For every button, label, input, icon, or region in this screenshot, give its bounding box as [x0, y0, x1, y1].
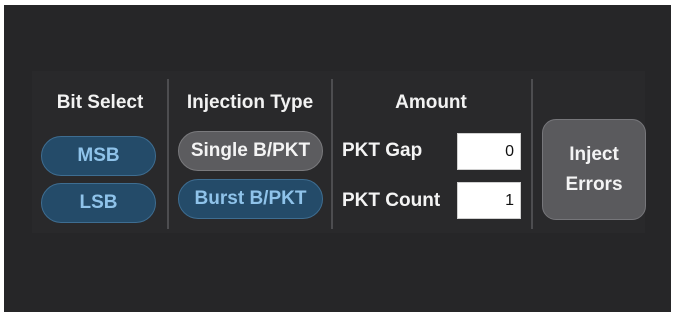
burst-bpkt-button[interactable]: Burst B/PKT: [178, 179, 323, 219]
pkt-count-input[interactable]: [457, 182, 521, 219]
amount-heading: Amount: [395, 92, 467, 113]
lsb-button[interactable]: LSB: [41, 183, 156, 223]
single-bpkt-label: Single B/PKT: [190, 140, 311, 161]
separator-2: [331, 79, 333, 229]
inject-errors-button[interactable]: Inject Errors: [542, 119, 646, 220]
msb-button[interactable]: MSB: [41, 136, 156, 176]
pkt-count-label: PKT Count: [342, 190, 441, 211]
bit-select-heading: Bit Select: [56, 92, 144, 113]
separator-1: [167, 79, 169, 229]
injection-type-heading: Injection Type: [186, 92, 314, 113]
lsb-label: LSB: [79, 192, 118, 213]
separator-3: [531, 79, 533, 229]
pkt-gap-label: PKT Gap: [342, 140, 423, 161]
pkt-gap-input[interactable]: [457, 133, 521, 170]
msb-label: MSB: [77, 145, 120, 166]
inject-errors-line2: Errors: [565, 173, 623, 195]
burst-bpkt-label: Burst B/PKT: [194, 188, 307, 209]
single-bpkt-button[interactable]: Single B/PKT: [178, 131, 323, 171]
inject-errors-line1: Inject: [569, 143, 619, 165]
